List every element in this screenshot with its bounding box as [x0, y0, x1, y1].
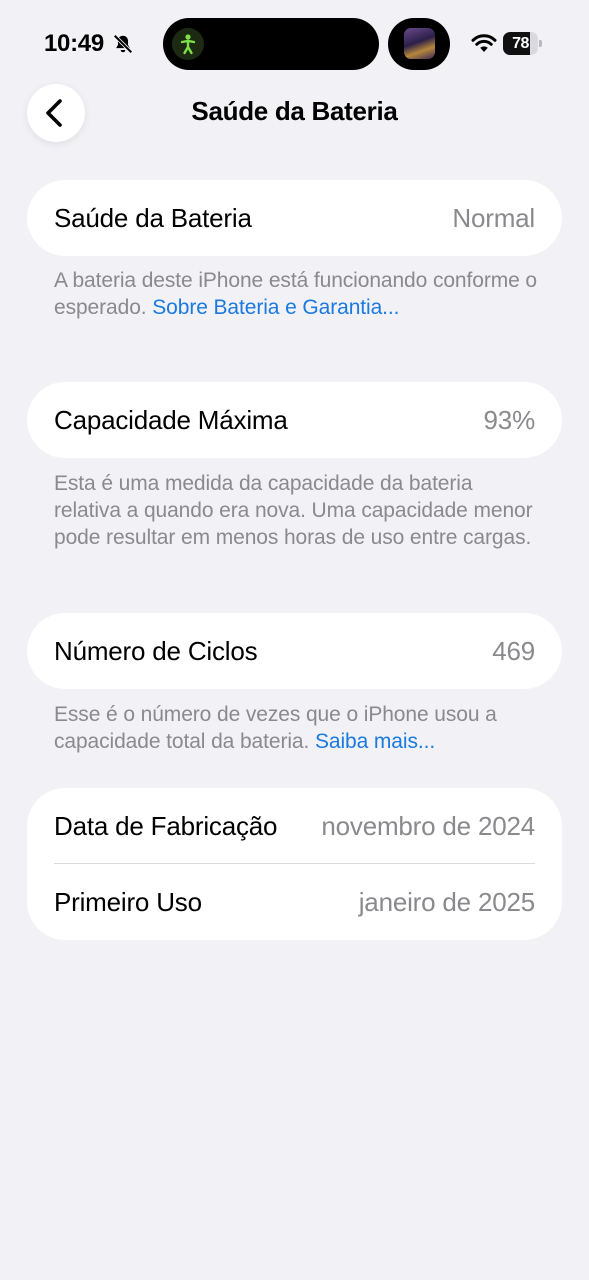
status-time: 10:49: [44, 30, 104, 57]
cycle-count-label: Número de Ciclos: [54, 635, 258, 666]
max-capacity-row: Capacidade Máxima 93%: [27, 382, 562, 458]
max-capacity-footnote: Esta é uma medida da capacidade da bater…: [54, 472, 533, 549]
battery-health-footnote: A bateria deste iPhone está funcionando …: [54, 267, 544, 321]
page-title: Saúde da Bateria: [191, 96, 398, 126]
battery-warranty-link[interactable]: Sobre Bateria e Garantia...: [152, 296, 399, 319]
learn-more-link[interactable]: Saiba mais...: [315, 730, 435, 753]
now-playing-artwork[interactable]: [404, 28, 435, 59]
battery-icon: 78: [503, 32, 543, 55]
battery-cap: [539, 40, 542, 47]
cycle-count-row: Número de Ciclos 469: [27, 613, 562, 689]
dates-card: Data de Fabricação novembro de 2024 Prim…: [27, 788, 562, 940]
cycle-count-card: Número de Ciclos 469: [27, 613, 562, 689]
max-capacity-label: Capacidade Máxima: [54, 404, 288, 435]
manufacture-date-row: Data de Fabricação novembro de 2024: [27, 788, 562, 864]
manufacture-date-label: Data de Fabricação: [54, 810, 278, 841]
max-capacity-value: 93%: [483, 404, 536, 435]
first-use-row: Primeiro Uso janeiro de 2025: [27, 864, 562, 940]
battery-level: 78: [512, 35, 529, 52]
wifi-icon: [471, 34, 497, 52]
battery-body: 78: [503, 32, 538, 55]
status-bar: 10:49 78: [0, 0, 589, 90]
first-use-label: Primeiro Uso: [54, 886, 202, 917]
first-use-value: janeiro de 2025: [358, 886, 535, 917]
max-capacity-card: Capacidade Máxima 93%: [27, 382, 562, 458]
cycle-count-value: 469: [492, 635, 535, 666]
battery-health-value: Normal: [452, 202, 535, 233]
cycle-count-footnote: Esse é o número de vezes que o iPhone us…: [54, 701, 544, 755]
battery-health-label: Saúde da Bateria: [54, 202, 252, 233]
fitness-activity-icon[interactable]: [172, 28, 204, 60]
battery-health-row: Saúde da Bateria Normal: [27, 180, 562, 256]
manufacture-date-value: novembro de 2024: [321, 810, 535, 841]
battery-health-card: Saúde da Bateria Normal: [27, 180, 562, 256]
bell-slash-icon: [113, 34, 133, 54]
